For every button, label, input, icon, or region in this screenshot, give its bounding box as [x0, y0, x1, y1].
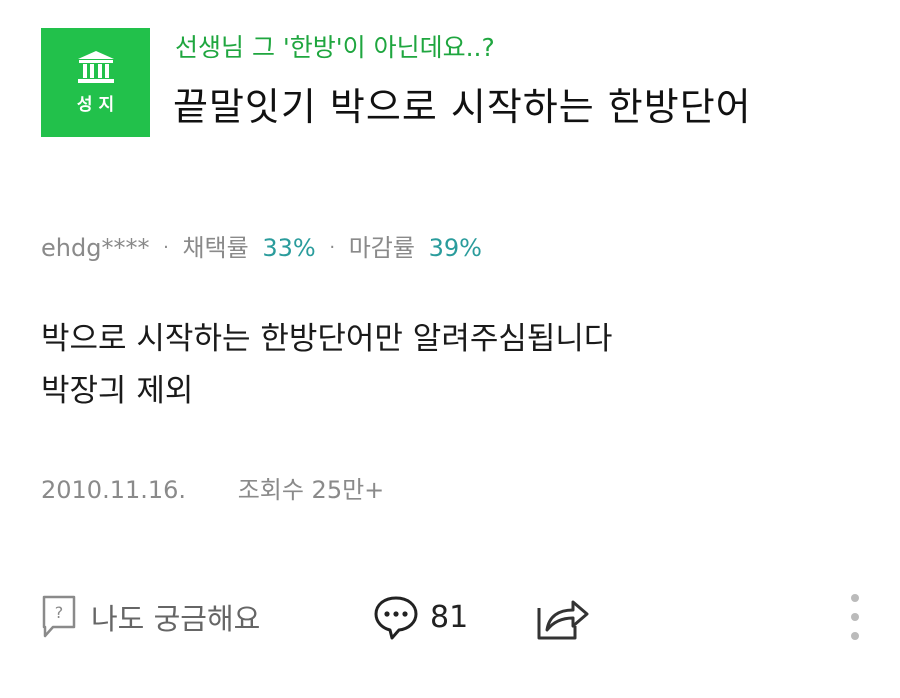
- post-info: 2010.11.16. 조회수 25만+: [41, 470, 384, 505]
- speech-bubble-icon: [374, 596, 418, 640]
- author-meta: ehdg**** · 채택률 33% · 마감률 39%: [41, 234, 482, 262]
- comment-count: 81: [430, 599, 469, 635]
- author-id[interactable]: ehdg****: [41, 234, 149, 262]
- sacred-badge: 성지: [41, 28, 150, 137]
- body-line: 박장긔 제외: [41, 373, 194, 409]
- svg-text:?: ?: [55, 603, 64, 622]
- question-title: 끝말잇기 박으로 시작하는 한방단어: [173, 85, 752, 129]
- view-count: 조회수 25만+: [237, 476, 385, 504]
- badge-label: 성지: [76, 95, 121, 115]
- more-vertical-icon: [851, 594, 859, 640]
- close-rate-label: 마감률: [348, 234, 415, 262]
- comment-button[interactable]: 81: [372, 594, 468, 640]
- curious-button[interactable]: ? 나도 궁금해요: [41, 594, 260, 640]
- adopt-rate-value: 33%: [262, 234, 316, 262]
- question-body: 박으로 시작하는 한방단어만 알려주심됩니다 박장긔 제외: [41, 313, 612, 417]
- post-date: 2010.11.16.: [41, 476, 187, 504]
- building-icon: [77, 51, 114, 83]
- question-box-icon: ?: [42, 595, 76, 638]
- action-bar: ? 나도 궁금해요 81: [41, 588, 871, 648]
- close-rate-value: 39%: [428, 234, 482, 262]
- adopt-rate-label: 채택률: [182, 234, 249, 262]
- topic-link[interactable]: 선생님 그 '한방'이 아닌데요..?: [175, 28, 495, 64]
- share-icon: [537, 600, 589, 640]
- more-button[interactable]: [847, 592, 863, 642]
- share-button[interactable]: [535, 592, 593, 642]
- body-line: 박으로 시작하는 한방단어만 알려주심됩니다: [41, 321, 613, 357]
- curious-label: 나도 궁금해요: [91, 602, 261, 636]
